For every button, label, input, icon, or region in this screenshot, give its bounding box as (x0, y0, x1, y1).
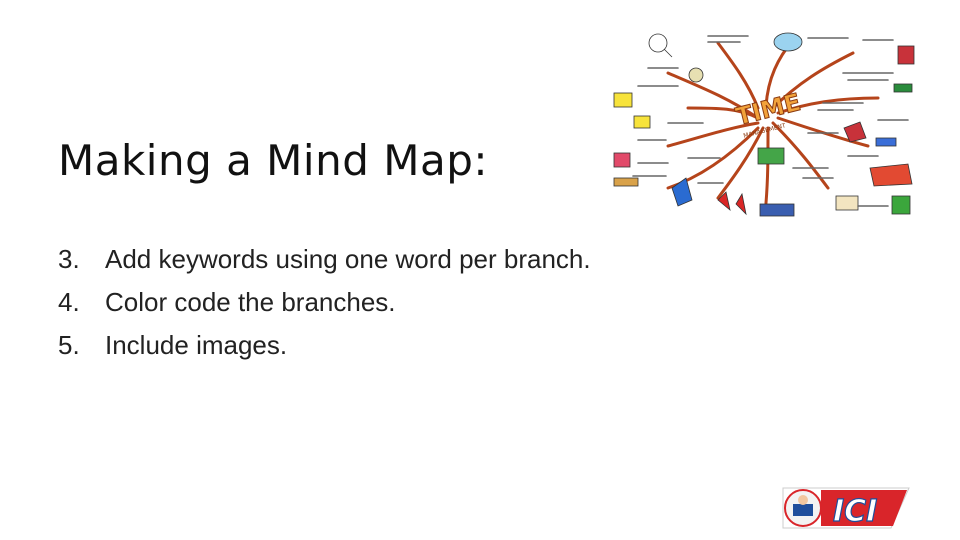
numbered-list: 3. Add keywords using one word per branc… (58, 238, 591, 367)
ici-logo-text: ICI (833, 494, 877, 529)
list-item: 4. Color code the branches. (58, 281, 591, 324)
list-text: Include images. (105, 330, 288, 360)
slide: Making a Mind Map: 3. Add keywords using… (0, 0, 960, 540)
slide-title: Making a Mind Map: (58, 136, 489, 185)
list-text: Add keywords using one word per branch. (105, 244, 591, 274)
list-number: 5. (58, 330, 80, 360)
mind-map-image: TIME MANAGEMENT (608, 28, 920, 223)
list-item: 5. Include images. (58, 324, 591, 367)
list-number: 3. (58, 244, 80, 274)
list-text: Color code the branches. (105, 287, 396, 317)
list-item: 3. Add keywords using one word per branc… (58, 238, 591, 281)
ici-logo: ICI (782, 487, 910, 530)
list-number: 4. (58, 287, 80, 317)
